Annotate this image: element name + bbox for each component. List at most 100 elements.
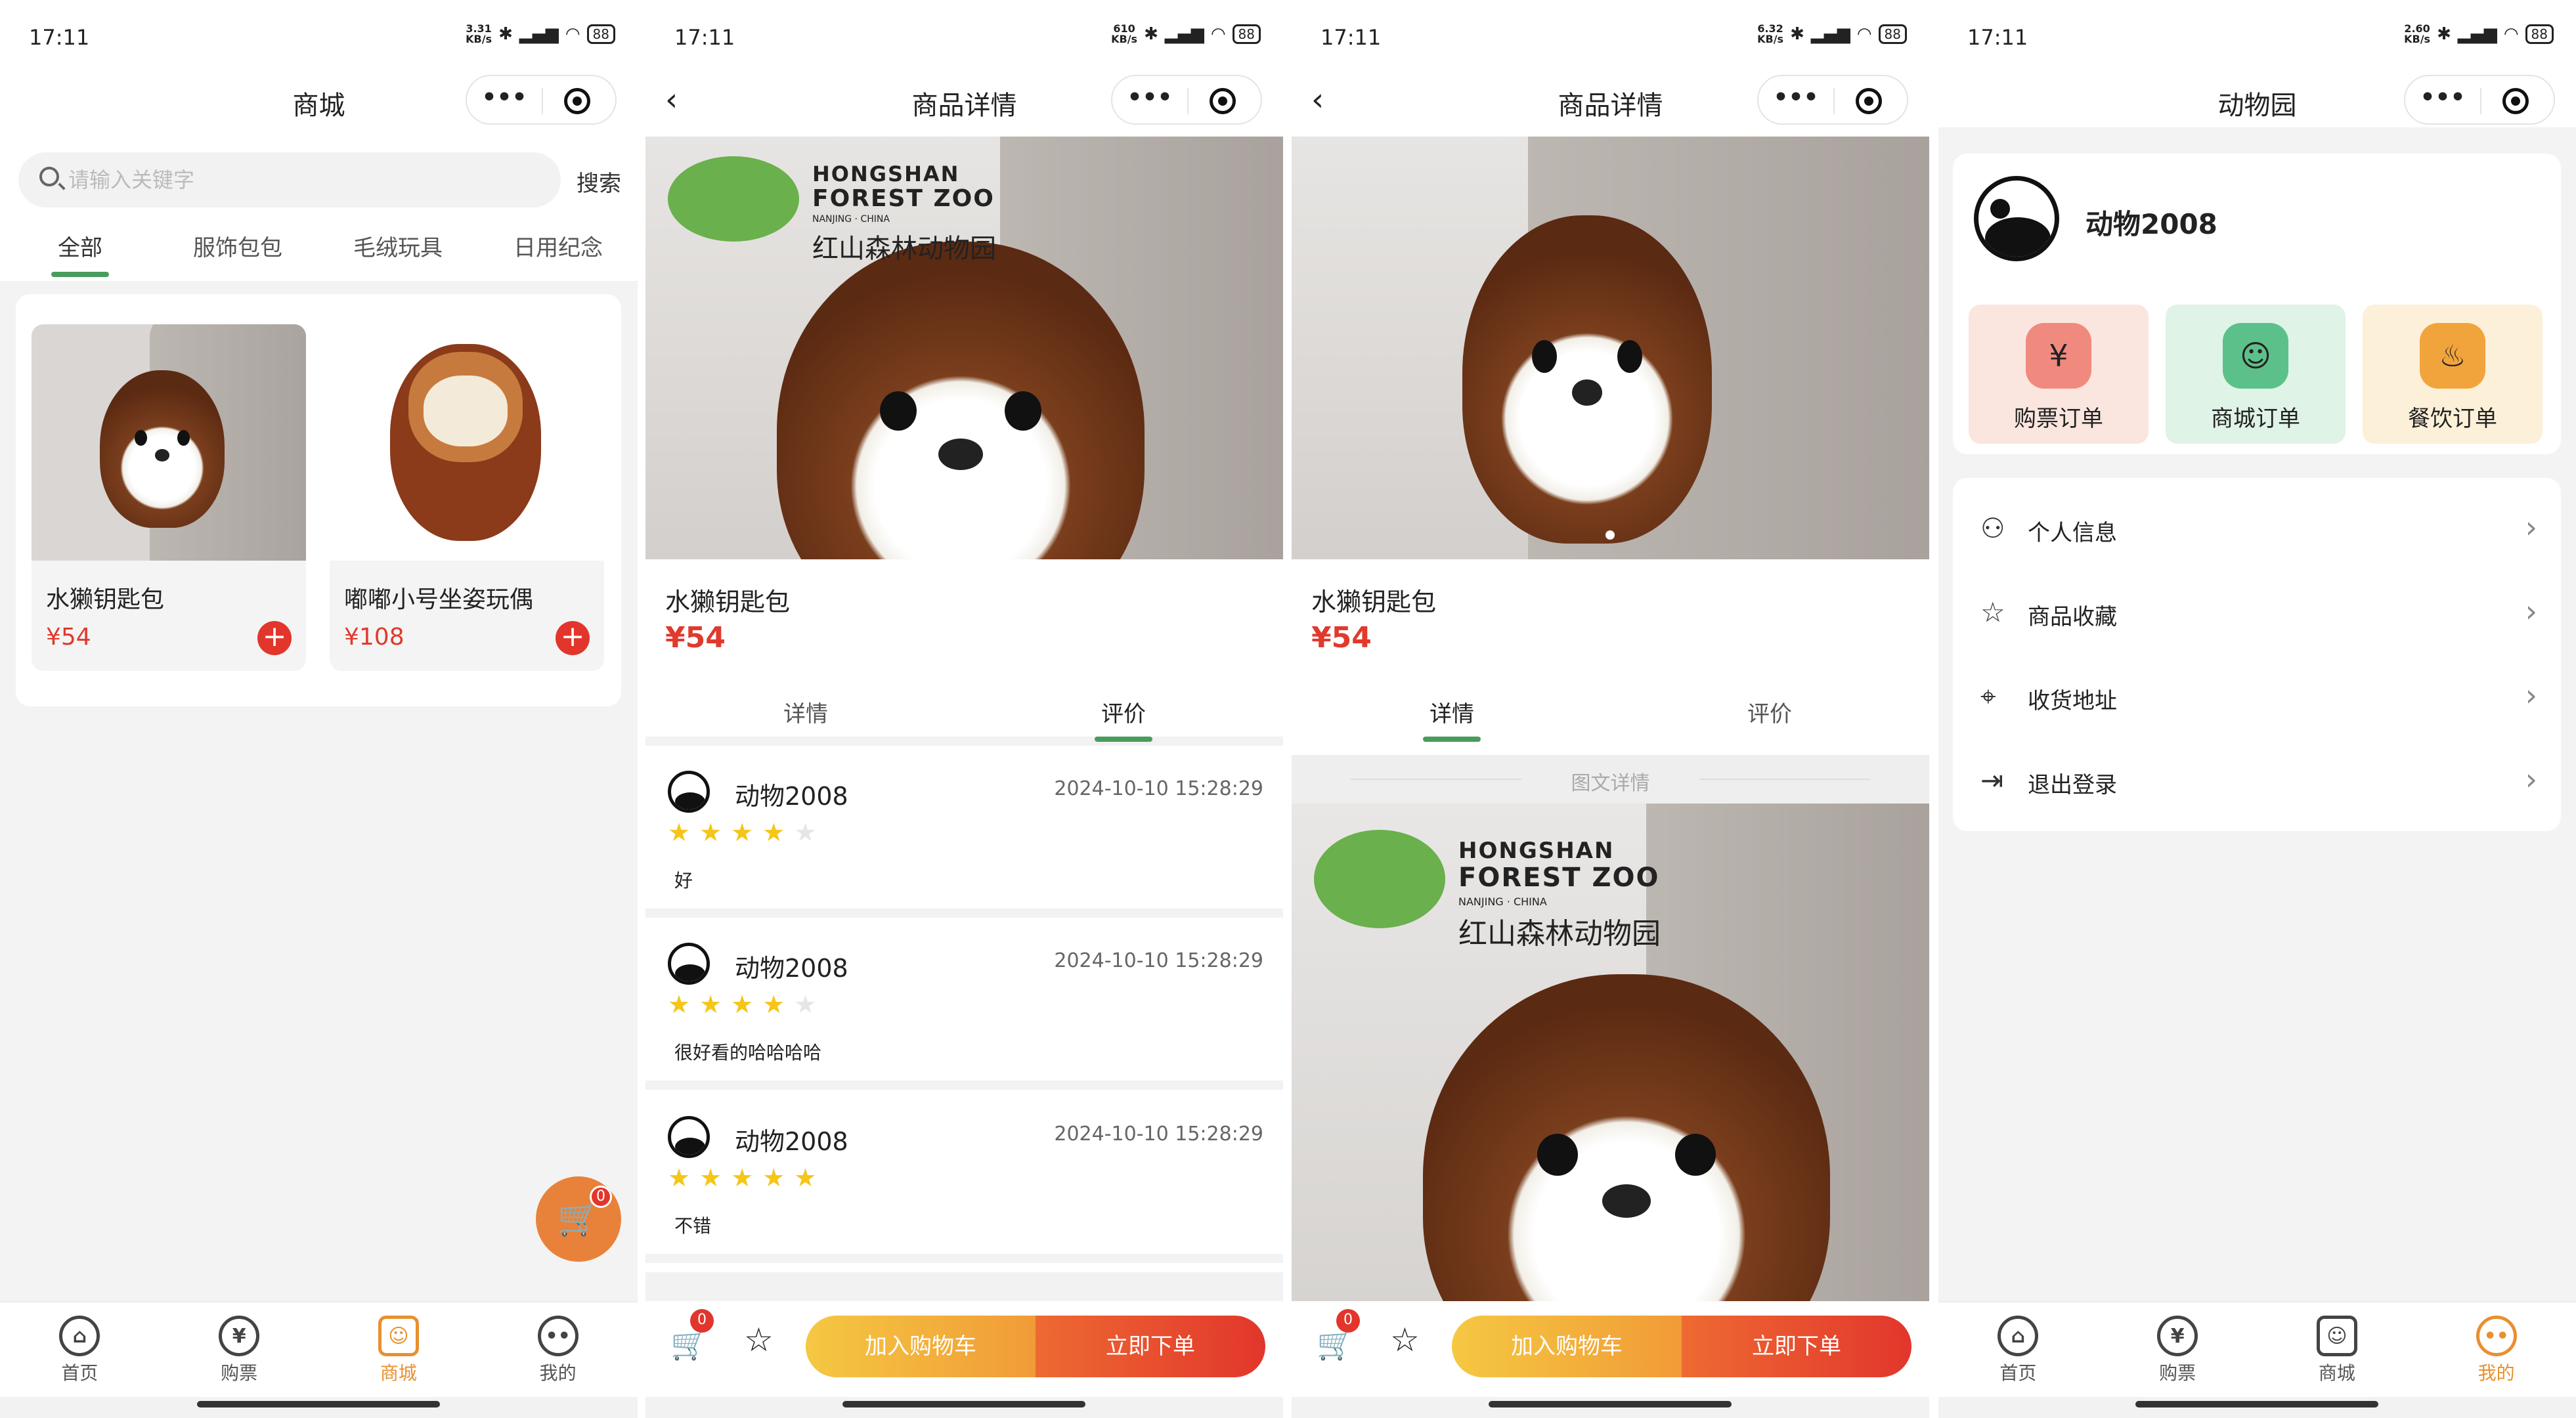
menu-favorites[interactable]: ☆ 商品收藏 › — [1953, 570, 2561, 654]
product-price: ¥108 — [344, 624, 404, 651]
favorite-star-icon[interactable]: ☆ — [1390, 1321, 1420, 1359]
add-to-cart-button[interactable]: + — [257, 621, 292, 655]
review-time: 2024-10-10 15:28:29 — [1054, 949, 1263, 972]
tab-details[interactable]: 详情 — [1423, 696, 1481, 742]
yen-icon: ¥ — [2026, 323, 2091, 389]
order-label: 购票订单 — [2014, 406, 2103, 432]
user-icon: ⚇ — [1980, 512, 2005, 544]
logo-text: 红山森林动物园 — [812, 234, 996, 264]
tab-mall[interactable]: ☺ 商城 — [2258, 1302, 2417, 1397]
network-speed: 6.32 KB/s — [1757, 22, 1784, 45]
screen-detail-reviews: 17:11 610 KB/s ✱ ▂▄▆ ◠ 88 ‹ 商品详情 ••• HON… — [645, 0, 1283, 1418]
buy-now-button[interactable]: 立即下单 — [1682, 1316, 1911, 1377]
review-user: 动物2008 — [735, 1127, 848, 1156]
detail-tabs: 详情 评价 — [645, 672, 1283, 746]
close-target-icon[interactable] — [564, 88, 590, 114]
mini-program-capsule: ••• — [2404, 75, 2555, 125]
favorite-star-icon[interactable]: ☆ — [744, 1321, 774, 1359]
add-to-cart-button[interactable]: + — [556, 621, 590, 655]
shopping-bag-icon: ☺ — [378, 1316, 419, 1356]
menu-logout[interactable]: ⇥ 退出登录 › — [1953, 738, 2561, 822]
dining-orders-button[interactable]: ♨ 餐饮订单 — [2363, 305, 2543, 444]
review-user: 动物2008 — [735, 782, 848, 811]
chevron-right-icon: › — [2525, 677, 2537, 713]
signal-icon: ▂▄▆ — [519, 24, 559, 44]
nav-bar: 动物园 ••• — [1938, 72, 2576, 127]
more-icon[interactable]: ••• — [467, 84, 542, 111]
review-item: 动物2008 2024-10-10 15:28:29 ★ ★ ★ ★ ★ 很好看的哈哈哈… — [645, 927, 1283, 1090]
battery-icon: 88 — [2525, 24, 2554, 44]
product-name: 水獭钥匙包 — [46, 586, 165, 613]
tab-plush[interactable]: 毛绒玩具 — [353, 230, 443, 262]
mall-orders-button[interactable]: ☺ 商城订单 — [2166, 305, 2346, 444]
status-time: 17:11 — [1967, 25, 2028, 50]
wifi-icon: ◠ — [1210, 24, 1226, 44]
star-icon: ★ — [731, 990, 754, 1019]
close-target-icon[interactable] — [1210, 88, 1236, 114]
floating-cart-button[interactable]: 🛒 0 — [536, 1176, 621, 1262]
product-card[interactable]: 嘟嘟小号坐姿玩偶 ¥108 + — [330, 324, 604, 671]
product-image — [330, 324, 604, 561]
tab-details[interactable]: 详情 — [783, 696, 828, 728]
star-icon: ★ — [668, 990, 691, 1019]
bluetooth-icon: ✱ — [1144, 24, 1158, 44]
star-icon: ★ — [668, 818, 691, 847]
tab-me[interactable]: •• 我的 — [478, 1302, 638, 1397]
tab-home[interactable]: ⌂ 首页 — [0, 1302, 160, 1397]
product-price: ¥54 — [1311, 621, 1372, 655]
review-time: 2024-10-10 15:28:29 — [1054, 1123, 1263, 1146]
search-button[interactable]: 搜索 — [577, 165, 621, 198]
review-item: 动物2008 2024-10-10 15:28:29 ★ ★ ★ ★ ★ 不错 — [645, 1100, 1283, 1263]
nav-bar: 商城 ••• — [0, 72, 638, 127]
review-text: 不错 — [674, 1215, 712, 1237]
chevron-right-icon: › — [2525, 593, 2537, 629]
close-target-icon[interactable] — [2502, 88, 2529, 114]
tab-souvenir[interactable]: 日用纪念 — [513, 230, 603, 262]
product-banner[interactable]: HONGSHAN FOREST ZOO NANJING · CHINA 红山森林… — [645, 137, 1283, 559]
star-icon: ★ — [794, 1163, 817, 1192]
product-banner[interactable] — [1292, 137, 1929, 559]
add-to-cart-button[interactable]: 加入购物车 — [806, 1316, 1036, 1377]
product-card[interactable]: 水獭钥匙包 ¥54 + — [32, 324, 306, 671]
yen-icon: ¥ — [2157, 1316, 2198, 1356]
menu-address[interactable]: ⌖ 收货地址 › — [1953, 654, 2561, 738]
more-icon[interactable]: ••• — [1112, 84, 1187, 111]
tab-reviews[interactable]: 评价 — [1747, 696, 1792, 728]
tab-tickets[interactable]: ¥ 购票 — [160, 1302, 319, 1397]
star-icon: ★ — [762, 1163, 785, 1192]
tab-reviews[interactable]: 评价 — [1095, 696, 1152, 742]
tab-all[interactable]: 全部 — [51, 230, 109, 277]
home-icon: ⌂ — [59, 1316, 100, 1356]
tab-home[interactable]: ⌂ 首页 — [1938, 1302, 2098, 1397]
avatar[interactable] — [1974, 176, 2059, 261]
ticket-orders-button[interactable]: ¥ 购票订单 — [1969, 305, 2149, 444]
action-bar: 🛒 0 ☆ 加入购物车 立即下单 — [1292, 1301, 1929, 1397]
tab-apparel[interactable]: 服饰包包 — [193, 230, 282, 262]
tab-tickets[interactable]: ¥ 购票 — [2098, 1302, 2258, 1397]
mini-program-capsule: ••• — [466, 75, 617, 125]
search-input[interactable] — [68, 164, 528, 196]
search-icon — [39, 167, 59, 186]
buy-now-button[interactable]: 立即下单 — [1036, 1316, 1265, 1377]
review-user: 动物2008 — [735, 954, 848, 983]
logo-text: NANJING · CHINA — [1458, 895, 1547, 908]
tab-bar: ⌂ 首页 ¥ 购票 ☺ 商城 •• 我的 — [0, 1301, 638, 1397]
more-icon[interactable]: ••• — [1758, 84, 1833, 111]
star-icon: ★ — [731, 1163, 754, 1192]
avatar — [668, 771, 710, 813]
star-rating: ★ ★ ★ ★ ★ — [668, 990, 816, 1019]
tab-me[interactable]: •• 我的 — [2416, 1302, 2576, 1397]
tab-mall[interactable]: ☺ 商城 — [319, 1302, 479, 1397]
search-box[interactable] — [18, 152, 561, 207]
avatar — [668, 1116, 710, 1158]
close-target-icon[interactable] — [1856, 88, 1882, 114]
menu-personal-info[interactable]: ⚇ 个人信息 › — [1953, 486, 2561, 570]
more-icon[interactable]: ••• — [2405, 84, 2480, 111]
tab-label: 商城 — [380, 1362, 417, 1384]
add-to-cart-button[interactable]: 加入购物车 — [1452, 1316, 1682, 1377]
detail-image: HONGSHAN FOREST ZOO NANJING · CHINA 红山森林… — [1292, 804, 1929, 1301]
avatar — [668, 943, 710, 985]
review-text: 好 — [674, 870, 693, 892]
signal-icon: ▂▄▆ — [1164, 24, 1204, 44]
tab-label: 首页 — [1999, 1362, 2037, 1384]
